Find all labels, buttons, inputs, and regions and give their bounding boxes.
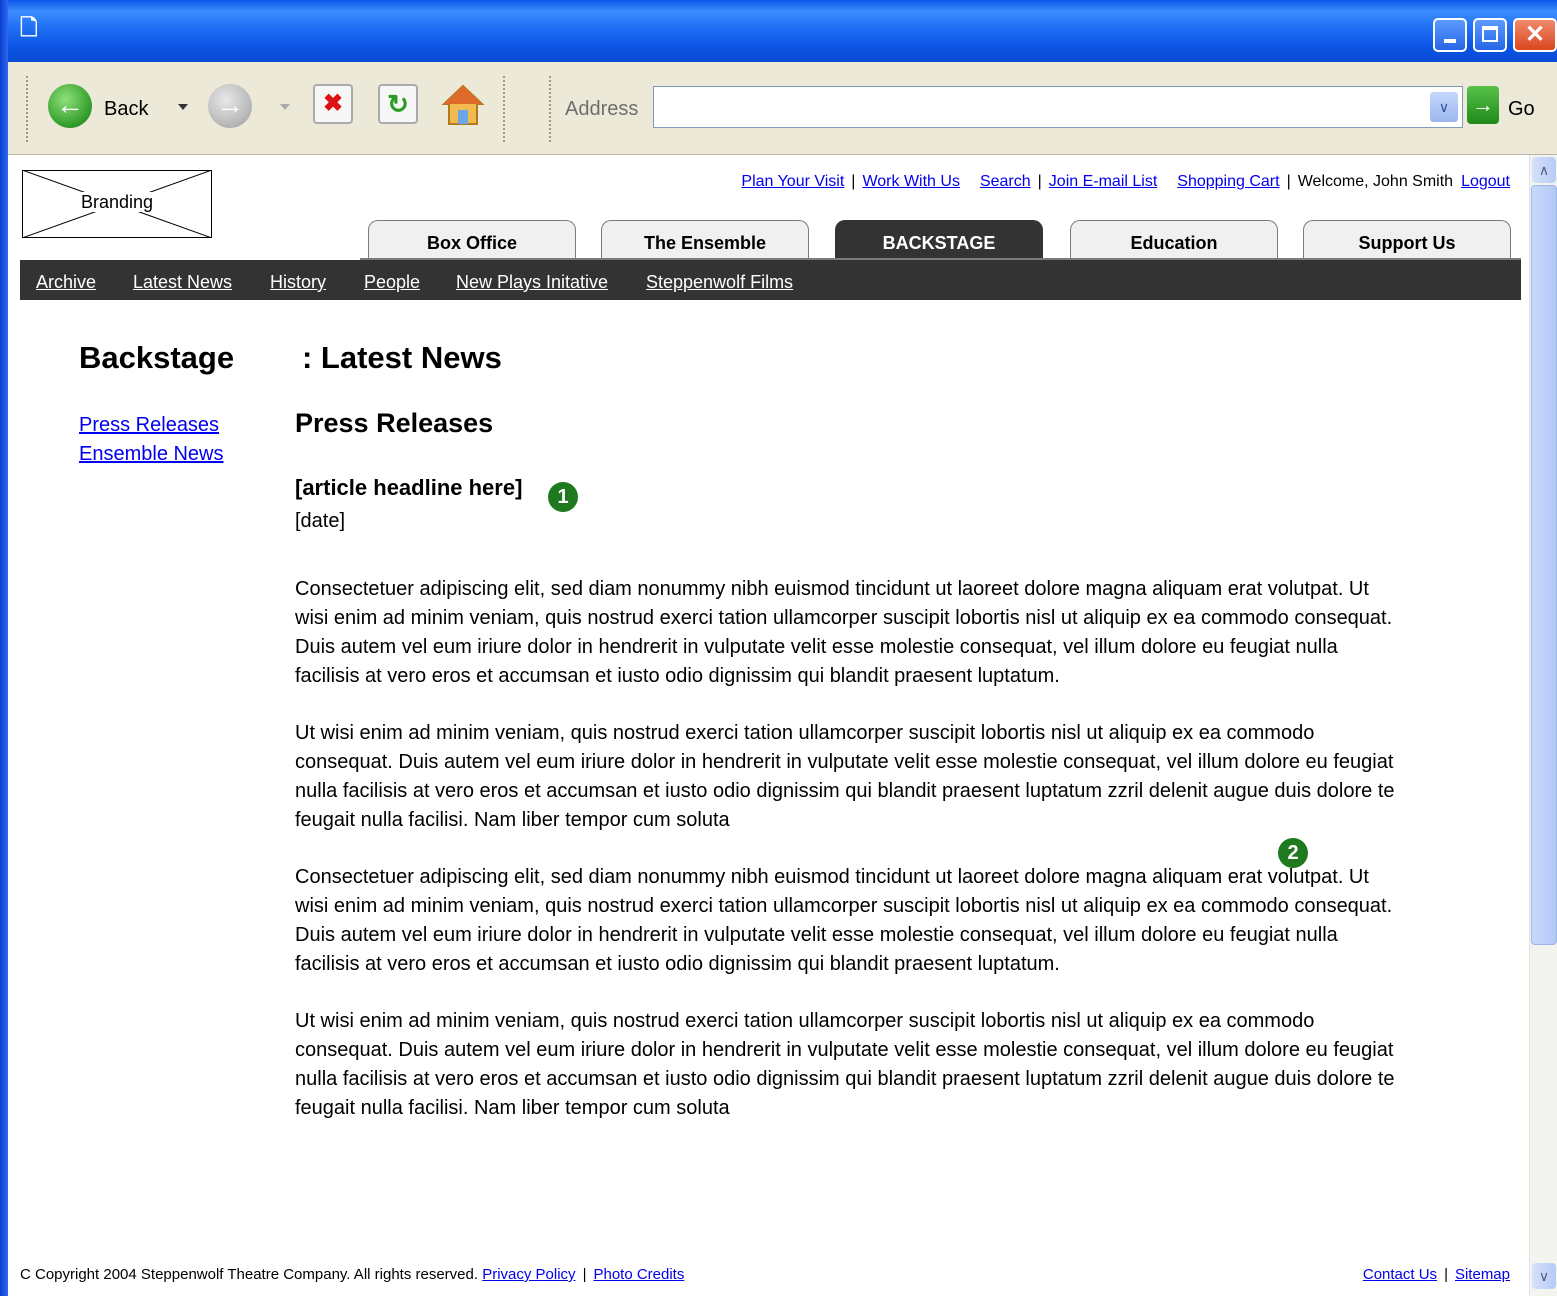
subnav-people[interactable]: People (364, 272, 420, 293)
window-frame-left (0, 0, 8, 1296)
join-email-list-link[interactable]: Join E-mail List (1049, 173, 1157, 190)
scroll-up-icon[interactable]: ∧ (1532, 157, 1556, 183)
photo-credits-link[interactable]: Photo Credits (593, 1266, 684, 1283)
go-arrow-icon[interactable]: → (1467, 86, 1499, 124)
tab-the-ensemble[interactable]: The Ensemble (601, 220, 809, 260)
window-titlebar: 🗋 ✕ (0, 0, 1557, 62)
article-headline: [article headline here] (295, 475, 523, 500)
toolbar-grip[interactable] (503, 76, 508, 142)
utility-separator: | (1286, 173, 1291, 190)
branding-label: Branding (76, 192, 158, 212)
back-arrow-icon: ← (56, 89, 84, 120)
tab-box-office[interactable]: Box Office (368, 220, 576, 260)
annotation-callout-1: 1 (548, 482, 578, 512)
article-body: Consectetuer adipiscing elit, sed diam n… (295, 575, 1395, 1151)
forward-history-dropdown-icon[interactable] (280, 104, 290, 110)
left-nav-ensemble-news[interactable]: Ensemble News (79, 440, 224, 469)
article-paragraph: Consectetuer adipiscing elit, sed diam n… (295, 866, 1393, 975)
subnav-archive[interactable]: Archive (36, 272, 96, 293)
subnav-new-plays-initative[interactable]: New Plays Initative (456, 272, 608, 293)
article-paragraph: Ut wisi enim ad minim veniam, quis nostr… (295, 722, 1395, 831)
address-dropdown-icon[interactable]: ∨ (1430, 92, 1458, 122)
tab-backstage[interactable]: BACKSTAGE (835, 220, 1043, 260)
refresh-icon[interactable]: ↻ (378, 84, 418, 124)
back-button[interactable]: ← (48, 84, 92, 128)
utility-nav: Plan Your Visit | Work With Us Search | Join … (741, 173, 1510, 191)
page-content: Branding Plan Your Visit | Work With Us Sea… (8, 155, 1529, 1296)
work-with-us-link[interactable]: Work With Us (862, 173, 959, 190)
tab-education[interactable]: Education (1070, 220, 1278, 260)
shopping-cart-link[interactable]: Shopping Cart (1177, 173, 1279, 190)
welcome-text: Welcome, John Smith (1297, 173, 1454, 190)
utility-separator: | (851, 173, 856, 190)
address-label: Address (565, 98, 639, 120)
footer-separator: | (582, 1266, 587, 1283)
subnav-history[interactable]: History (270, 272, 326, 293)
ie-icon[interactable]: 🗋 (20, 16, 44, 40)
address-grip[interactable] (549, 76, 554, 142)
back-history-dropdown-icon[interactable] (178, 104, 188, 110)
toolbar-grip[interactable] (26, 76, 31, 142)
page-title: : Latest News (302, 340, 502, 375)
utility-separator: | (1037, 173, 1042, 190)
close-window-button[interactable]: ✕ (1513, 18, 1557, 52)
left-nav: Press Releases Ensemble News (79, 411, 224, 469)
address-input[interactable]: ∨ (653, 86, 1463, 128)
home-icon[interactable] (440, 82, 486, 128)
back-label[interactable]: Back (104, 98, 148, 121)
section-title: Backstage (79, 340, 235, 375)
scrollbar-thumb[interactable] (1531, 185, 1557, 945)
search-link[interactable]: Search (980, 173, 1031, 190)
subnav-bar: Archive Latest News History People New P… (20, 260, 1521, 300)
left-nav-press-releases[interactable]: Press Releases (79, 411, 224, 440)
scroll-down-icon[interactable]: ∨ (1532, 1263, 1556, 1289)
maximize-button[interactable] (1473, 18, 1507, 52)
content-subtitle: Press Releases (295, 408, 494, 438)
tab-support-us[interactable]: Support Us (1303, 220, 1511, 260)
footer-right: Contact Us | Sitemap (1363, 1266, 1510, 1283)
branding-logo-placeholder[interactable]: Branding (21, 169, 213, 239)
article-date: [date] (295, 510, 346, 532)
browser-toolbar: ← Back → ✖ ↻ Address ∨ → Go (8, 62, 1557, 155)
footer-left: C Copyright 2004 Steppenwolf Theatre Com… (20, 1266, 684, 1283)
subnav-latest-news[interactable]: Latest News (133, 272, 232, 293)
minimize-icon (1444, 39, 1456, 43)
maximize-icon (1482, 26, 1498, 42)
forward-button[interactable]: → (208, 84, 252, 128)
subnav-steppenwolf-films[interactable]: Steppenwolf Films (646, 272, 793, 293)
contact-us-link[interactable]: Contact Us (1363, 1266, 1437, 1283)
minimize-button[interactable] (1433, 18, 1467, 52)
stop-icon[interactable]: ✖ (313, 84, 353, 124)
branding-label-wrap: Branding (22, 192, 212, 213)
article-paragraph: Ut wisi enim ad minim veniam, quis nostr… (295, 1010, 1395, 1119)
plan-your-visit-link[interactable]: Plan Your Visit (741, 173, 844, 190)
article-paragraph: Consectetuer adipiscing elit, sed diam n… (295, 578, 1393, 687)
go-button[interactable]: Go (1508, 98, 1535, 121)
copyright-text: C Copyright 2004 Steppenwolf Theatre Com… (20, 1266, 479, 1283)
footer-separator: | (1444, 1266, 1448, 1283)
close-icon: ✕ (1524, 21, 1546, 48)
logout-link[interactable]: Logout (1461, 173, 1510, 190)
sitemap-link[interactable]: Sitemap (1455, 1266, 1510, 1283)
privacy-policy-link[interactable]: Privacy Policy (482, 1266, 575, 1283)
forward-arrow-icon: → (216, 89, 244, 120)
annotation-callout-2: 2 (1278, 838, 1308, 868)
vertical-scrollbar[interactable]: ∧ ∨ (1529, 155, 1557, 1296)
